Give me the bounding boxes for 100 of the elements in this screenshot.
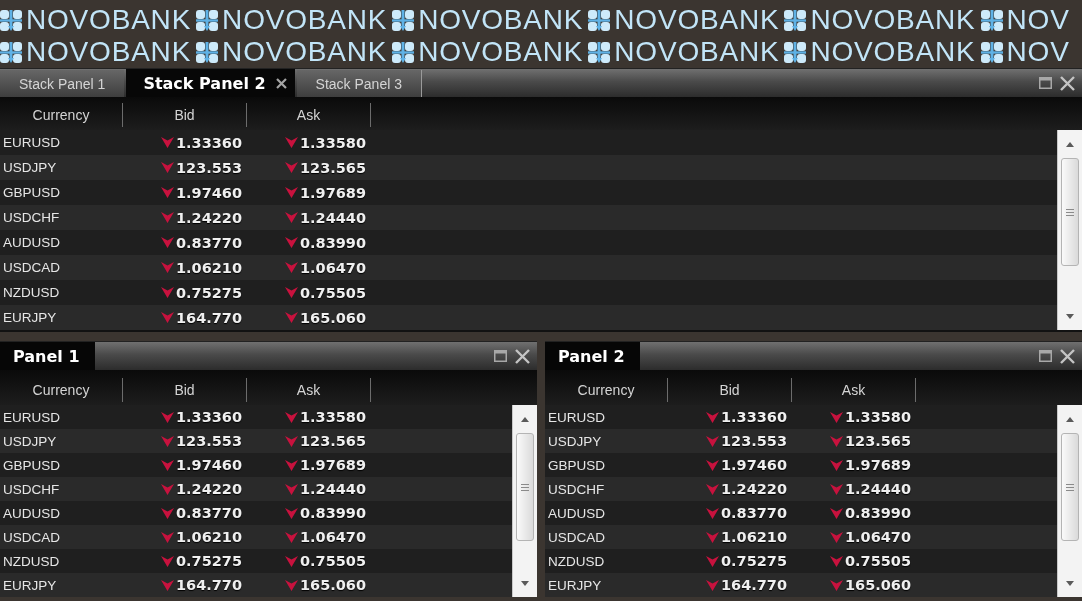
- bid-price: 1.06210: [175, 529, 242, 545]
- ask-price: 1.24440: [299, 209, 366, 226]
- close-icon[interactable]: [275, 77, 287, 89]
- column-header[interactable]: Currency: [0, 103, 123, 127]
- currency-cell-text: USDCAD: [2, 529, 61, 545]
- logo-icon: [980, 41, 1003, 63]
- currency-cell-text: EURJPY: [2, 577, 58, 593]
- brand-name: NOV: [1006, 37, 1070, 67]
- caret-up-icon[interactable]: [1066, 141, 1074, 147]
- ask-price: 0.75505: [299, 553, 366, 569]
- close-icon[interactable]: [1060, 75, 1075, 91]
- scrollbar-thumb[interactable]: [516, 433, 534, 541]
- ask-price: 1.97689: [844, 457, 911, 473]
- bid-price: 1.97460: [175, 184, 242, 201]
- ask-price: 0.83990: [299, 234, 366, 251]
- bid-price: 164.770: [175, 309, 242, 326]
- ask-price: 0.75505: [844, 553, 911, 569]
- grip-icon: [1066, 483, 1074, 491]
- ask-price: 1.06470: [299, 259, 366, 276]
- scrollbar-thumb[interactable]: [1061, 158, 1079, 266]
- ask-price: 1.06470: [299, 529, 366, 545]
- bid-price: 0.83770: [175, 505, 242, 521]
- bid-price: 1.97460: [175, 457, 242, 473]
- currency-cell-text: USDCHF: [547, 481, 606, 497]
- bid-price: 0.75275: [720, 553, 787, 569]
- panel-tab[interactable]: Panel 1: [0, 342, 95, 370]
- currency-cell-text: EURJPY: [2, 310, 58, 325]
- currency-cell-text: USDCAD: [547, 529, 606, 545]
- logo-icon: [196, 9, 219, 31]
- tab[interactable]: Stack Panel 3: [296, 70, 422, 97]
- close-icon[interactable]: [515, 348, 530, 364]
- currency-cell-text: EURUSD: [2, 135, 61, 150]
- currency-cell-text: AUDUSD: [2, 505, 61, 521]
- brand-name: NOVOBANK: [810, 37, 976, 67]
- ask-price: 1.97689: [299, 457, 366, 473]
- ask-price: 165.060: [844, 577, 911, 593]
- logo-icon: [0, 9, 22, 31]
- ask-price: 123.565: [299, 433, 366, 449]
- logo-icon: [588, 9, 611, 31]
- ask-price: 1.24440: [844, 481, 911, 497]
- column-header[interactable]: Ask: [792, 378, 916, 402]
- column-header[interactable]: Ask: [247, 378, 371, 402]
- caret-down-icon[interactable]: [521, 580, 529, 586]
- tab[interactable]: Stack Panel 2: [126, 69, 295, 97]
- currency-cell-text: USDJPY: [2, 433, 58, 449]
- scrollbar[interactable]: [512, 405, 537, 597]
- column-header[interactable]: Currency: [545, 378, 668, 402]
- maximize-icon[interactable]: [494, 350, 507, 362]
- ask-price: 1.33580: [844, 409, 911, 425]
- bid-price: 164.770: [175, 577, 242, 593]
- grip-icon: [1066, 208, 1074, 216]
- caret-up-icon[interactable]: [1066, 416, 1074, 422]
- panel-tab[interactable]: Panel 2: [545, 342, 640, 370]
- column-header[interactable]: Bid: [668, 378, 792, 402]
- maximize-icon[interactable]: [1039, 350, 1052, 362]
- currency-cell-text: AUDUSD: [2, 235, 61, 250]
- currency-cell-text: GBPUSD: [2, 457, 61, 473]
- tab[interactable]: Stack Panel 1: [0, 70, 125, 97]
- caret-down-icon[interactable]: [1066, 313, 1074, 319]
- scrollbar[interactable]: [1057, 130, 1082, 330]
- logo-icon: [392, 9, 415, 31]
- currency-cell-text: GBPUSD: [547, 457, 606, 473]
- scrollbar[interactable]: [1057, 405, 1082, 597]
- currency-cell-text: USDJPY: [2, 160, 58, 175]
- column-header[interactable]: Bid: [123, 378, 247, 402]
- currency-cell-text: AUDUSD: [547, 505, 606, 521]
- bid-price: 0.83770: [175, 234, 242, 251]
- logo-icon: [196, 41, 219, 63]
- brand-name: NOVOBANK: [614, 37, 780, 67]
- column-header[interactable]: Bid: [123, 103, 247, 127]
- currency-cell-text: EURUSD: [2, 409, 61, 425]
- bid-price: 123.553: [175, 159, 242, 176]
- bid-price: 0.75275: [175, 553, 242, 569]
- currency-cell-text: GBPUSD: [2, 185, 61, 200]
- currency-cell-text: EURJPY: [547, 577, 603, 593]
- maximize-icon[interactable]: [1039, 77, 1052, 89]
- bid-price: 1.97460: [720, 457, 787, 473]
- column-header[interactable]: Ask: [247, 103, 371, 127]
- caret-down-icon[interactable]: [1066, 580, 1074, 586]
- logo-icon: [588, 41, 611, 63]
- logo-icon: [392, 41, 415, 63]
- brand-name: NOVOBANK: [26, 5, 192, 35]
- brand-name: NOVOBANK: [222, 5, 388, 35]
- ask-price: 123.565: [299, 159, 366, 176]
- caret-up-icon[interactable]: [521, 416, 529, 422]
- currency-cell-text: NZDUSD: [2, 553, 61, 569]
- ask-price: 123.565: [844, 433, 911, 449]
- bid-price: 0.83770: [720, 505, 787, 521]
- ask-price: 165.060: [299, 309, 366, 326]
- bid-price: 1.24220: [175, 481, 242, 497]
- ask-price: 0.83990: [299, 505, 366, 521]
- column-header[interactable]: Currency: [0, 378, 123, 402]
- scrollbar-thumb[interactable]: [1061, 433, 1079, 541]
- ask-price: 0.75505: [299, 284, 366, 301]
- bid-price: 1.33360: [175, 134, 242, 151]
- close-icon[interactable]: [1060, 348, 1075, 364]
- bid-price: 123.553: [720, 433, 787, 449]
- currency-cell-text: USDCHF: [2, 210, 61, 225]
- ask-price: 165.060: [299, 577, 366, 593]
- grip-icon: [521, 483, 529, 491]
